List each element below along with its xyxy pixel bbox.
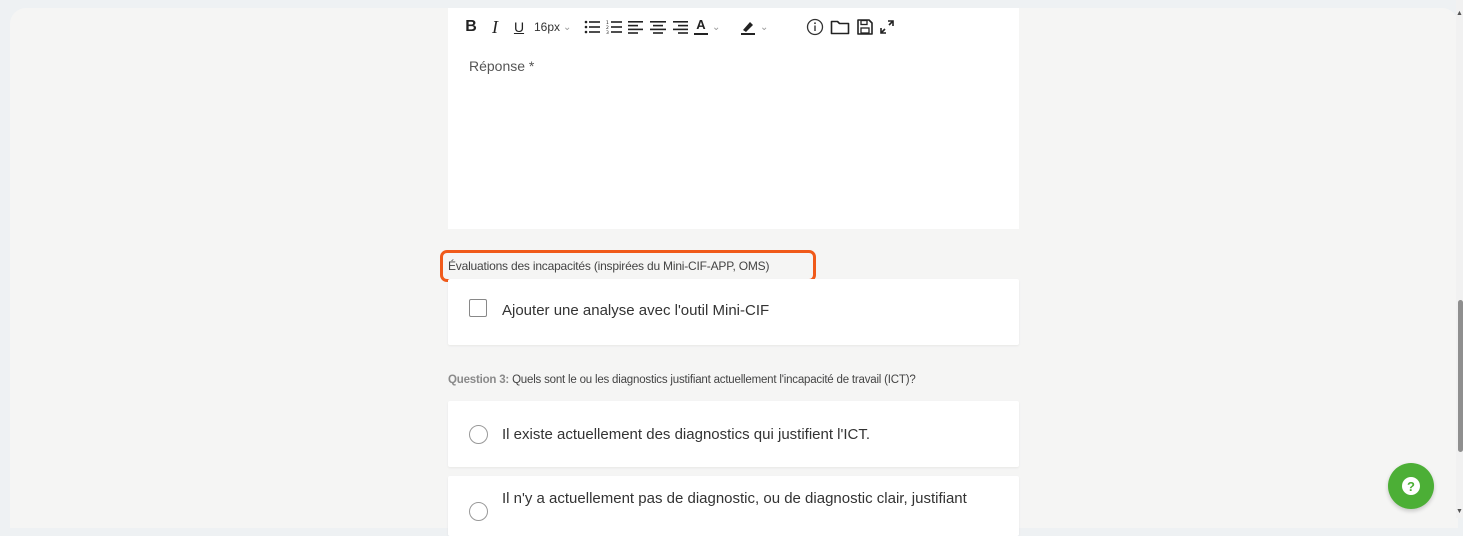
info-icon	[806, 18, 824, 36]
underline-button[interactable]: U	[510, 16, 528, 38]
radio-button[interactable]	[469, 502, 488, 521]
save-icon	[857, 19, 873, 35]
bold-button[interactable]: B	[462, 16, 480, 38]
question-mark-icon: ?	[1402, 477, 1420, 495]
numbered-list-button[interactable]: 123	[606, 16, 622, 38]
expand-button[interactable]	[880, 16, 894, 38]
chevron-down-icon: ⌄	[563, 21, 572, 33]
font-size-value: 16px	[534, 20, 561, 34]
align-left-icon	[628, 21, 643, 34]
highlight-annotation	[440, 250, 816, 282]
mini-cif-option[interactable]: Ajouter une analyse avec l'outil Mini-CI…	[448, 279, 1019, 345]
radio-option[interactable]: Il existe actuellement des diagnostics q…	[448, 401, 1019, 467]
scrollbar-thumb[interactable]	[1458, 300, 1463, 452]
rich-text-editor[interactable]: B I U 16px ⌄ 123 A ⌄ ⌄ Réponse *	[448, 8, 1019, 229]
bullet-list-icon	[584, 20, 600, 34]
mini-cif-checkbox[interactable]	[469, 299, 487, 317]
font-size-select[interactable]: 16px ⌄	[534, 16, 578, 38]
highlight-color-icon	[741, 22, 755, 35]
text-color-icon: A	[694, 17, 708, 35]
bullet-list-button[interactable]	[584, 16, 600, 38]
numbered-list-icon: 123	[606, 20, 622, 34]
folder-icon	[830, 20, 850, 35]
mini-cif-label: Ajouter une analyse avec l'outil Mini-CI…	[502, 302, 770, 319]
align-center-icon	[650, 21, 666, 34]
align-right-button[interactable]	[672, 16, 688, 38]
editor-toolbar: B I U 16px ⌄ 123 A ⌄ ⌄	[448, 8, 1019, 46]
svg-text:3: 3	[606, 30, 609, 34]
chevron-down-icon: ⌄	[712, 21, 721, 33]
align-left-button[interactable]	[628, 16, 644, 38]
highlight-color-select[interactable]: ⌄	[740, 16, 780, 38]
align-center-button[interactable]	[650, 16, 666, 38]
scroll-down-icon[interactable]: ▼	[1456, 508, 1463, 515]
scroll-up-icon[interactable]: ▲	[1456, 10, 1463, 17]
radio-option-label: Il n'y a actuellement pas de diagnostic,…	[502, 490, 967, 507]
open-folder-button[interactable]	[830, 16, 850, 38]
question-text: Quels sont le ou les diagnostics justifi…	[512, 374, 916, 386]
radio-option-label: Il existe actuellement des diagnostics q…	[502, 426, 871, 443]
question-3-title: Question 3: Quels sont le ou les diagnos…	[448, 374, 916, 386]
chevron-down-icon: ⌄	[760, 21, 769, 33]
info-button[interactable]	[806, 16, 824, 38]
help-button[interactable]: ?	[1388, 463, 1434, 509]
text-color-select[interactable]: A ⌄	[694, 16, 734, 38]
text-color-letter: A	[696, 17, 706, 32]
radio-option[interactable]: Il n'y a actuellement pas de diagnostic,…	[448, 476, 1019, 536]
expand-icon	[880, 20, 894, 34]
radio-button[interactable]	[469, 425, 488, 444]
save-button[interactable]	[856, 16, 874, 38]
answer-placeholder: Réponse *	[469, 58, 535, 74]
italic-button[interactable]: I	[486, 16, 504, 38]
text-color-bar	[694, 33, 708, 35]
question-number: Question 3:	[448, 374, 510, 386]
align-right-icon	[673, 21, 688, 34]
